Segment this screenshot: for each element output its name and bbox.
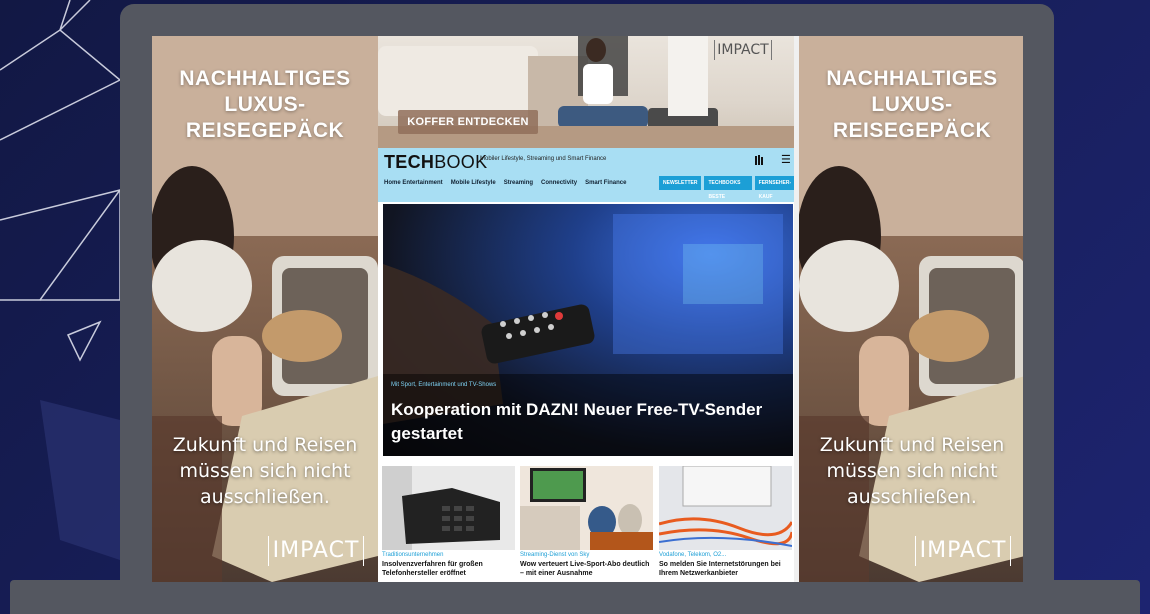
library-icon[interactable] (755, 155, 765, 165)
techbooks-beste-button[interactable]: TECHBOOKS BESTE (704, 176, 752, 200)
side-ad-left[interactable]: NACHHALTIGES LUXUS- REISEGEPÄCK Zukunft … (152, 36, 378, 582)
techbook-header: TECHBOOK Mobiler Lifestyle, Streaming un… (378, 148, 799, 202)
impact-logo: IMPACT (915, 536, 1011, 566)
hero-kicker: Mit Sport, Entertainment und TV-Shows (391, 382, 497, 388)
ad-tagline: Zukunft und Reisen müssen sich nicht aus… (819, 434, 1005, 508)
ad-headline: NACHHALTIGES LUXUS- REISEGEPÄCK (179, 67, 351, 142)
teaser-thumbnail (659, 466, 792, 550)
teaser-title[interactable]: Insolvenzverfahren für großen Telefonher… (382, 560, 515, 578)
impact-logo: IMPACT (714, 40, 772, 60)
hero-title[interactable]: Kooperation mit DAZN! Neuer Free-TV-Send… (391, 398, 786, 446)
teaser-thumbnail (520, 466, 653, 550)
nav-item-smart-finance[interactable]: Smart Finance (585, 180, 626, 186)
nav-item-home-entertainment[interactable]: Home Entertainment (384, 180, 443, 186)
logo-tech: TECH (384, 152, 435, 172)
site-tagline: Mobiler Lifestyle, Streaming und Smart F… (480, 156, 607, 162)
menu-icon[interactable]: ☰ (781, 153, 791, 166)
impact-logo: IMPACT (268, 536, 364, 566)
laptop-screen: NACHHALTIGES LUXUS- REISEGEPÄCK Zukunft … (152, 36, 1023, 582)
top-banner-ad[interactable]: KOFFER ENTDECKEN IMPACT (378, 36, 799, 148)
hero-article[interactable]: Mit Sport, Entertainment und TV-Shows Ko… (383, 204, 793, 456)
teaser-title[interactable]: So melden Sie Internetstörungen bei Ihre… (659, 560, 792, 578)
teaser-kicker: Vodafone, Telekom, O2... (659, 552, 727, 558)
techbook-logo[interactable]: TECHBOOK (384, 152, 487, 173)
ad-headline: NACHHALTIGES LUXUS- REISEGEPÄCK (826, 67, 998, 142)
main-nav: Home Entertainment Mobile Lifestyle Stre… (384, 180, 626, 186)
newsletter-button[interactable]: NEWSLETTER (659, 176, 702, 190)
teaser-kicker: Streaming-Dienst von Sky (520, 552, 590, 558)
header-pills: NEWSLETTER TECHBOOKS BESTE FERNSEHER-KAU… (659, 176, 799, 200)
teaser-title[interactable]: Wow verteuert Live-Sport-Abo deutlich – … (520, 560, 653, 578)
nav-item-connectivity[interactable]: Connectivity (541, 180, 577, 186)
logo-book: BOOK (434, 152, 488, 172)
techbook-page: KOFFER ENTDECKEN IMPACT TECHBOOK Mobiler… (378, 36, 799, 582)
koffer-entdecken-button[interactable]: KOFFER ENTDECKEN (398, 110, 538, 134)
ad-tagline: Zukunft und Reisen müssen sich nicht aus… (172, 434, 358, 508)
nav-item-streaming[interactable]: Streaming (504, 180, 533, 186)
laptop-base (10, 580, 1140, 614)
side-ad-right[interactable]: NACHHALTIGES LUXUS- REISEGEPÄCK Zukunft … (799, 36, 1023, 582)
teaser-card[interactable]: Traditionsunternehmen Insolvenzverfahren… (382, 466, 515, 578)
teaser-card[interactable]: Streaming-Dienst von Sky Wow verteuert L… (520, 466, 653, 578)
nav-item-mobile-lifestyle[interactable]: Mobile Lifestyle (451, 180, 496, 186)
fernseher-kauf-button[interactable]: FERNSEHER-KAUF (754, 176, 799, 200)
teaser-kicker: Traditionsunternehmen (382, 552, 444, 558)
teaser-thumbnail (382, 466, 515, 550)
teaser-card[interactable]: Vodafone, Telekom, O2... So melden Sie I… (659, 466, 792, 578)
page-scrollbar[interactable] (794, 36, 799, 582)
